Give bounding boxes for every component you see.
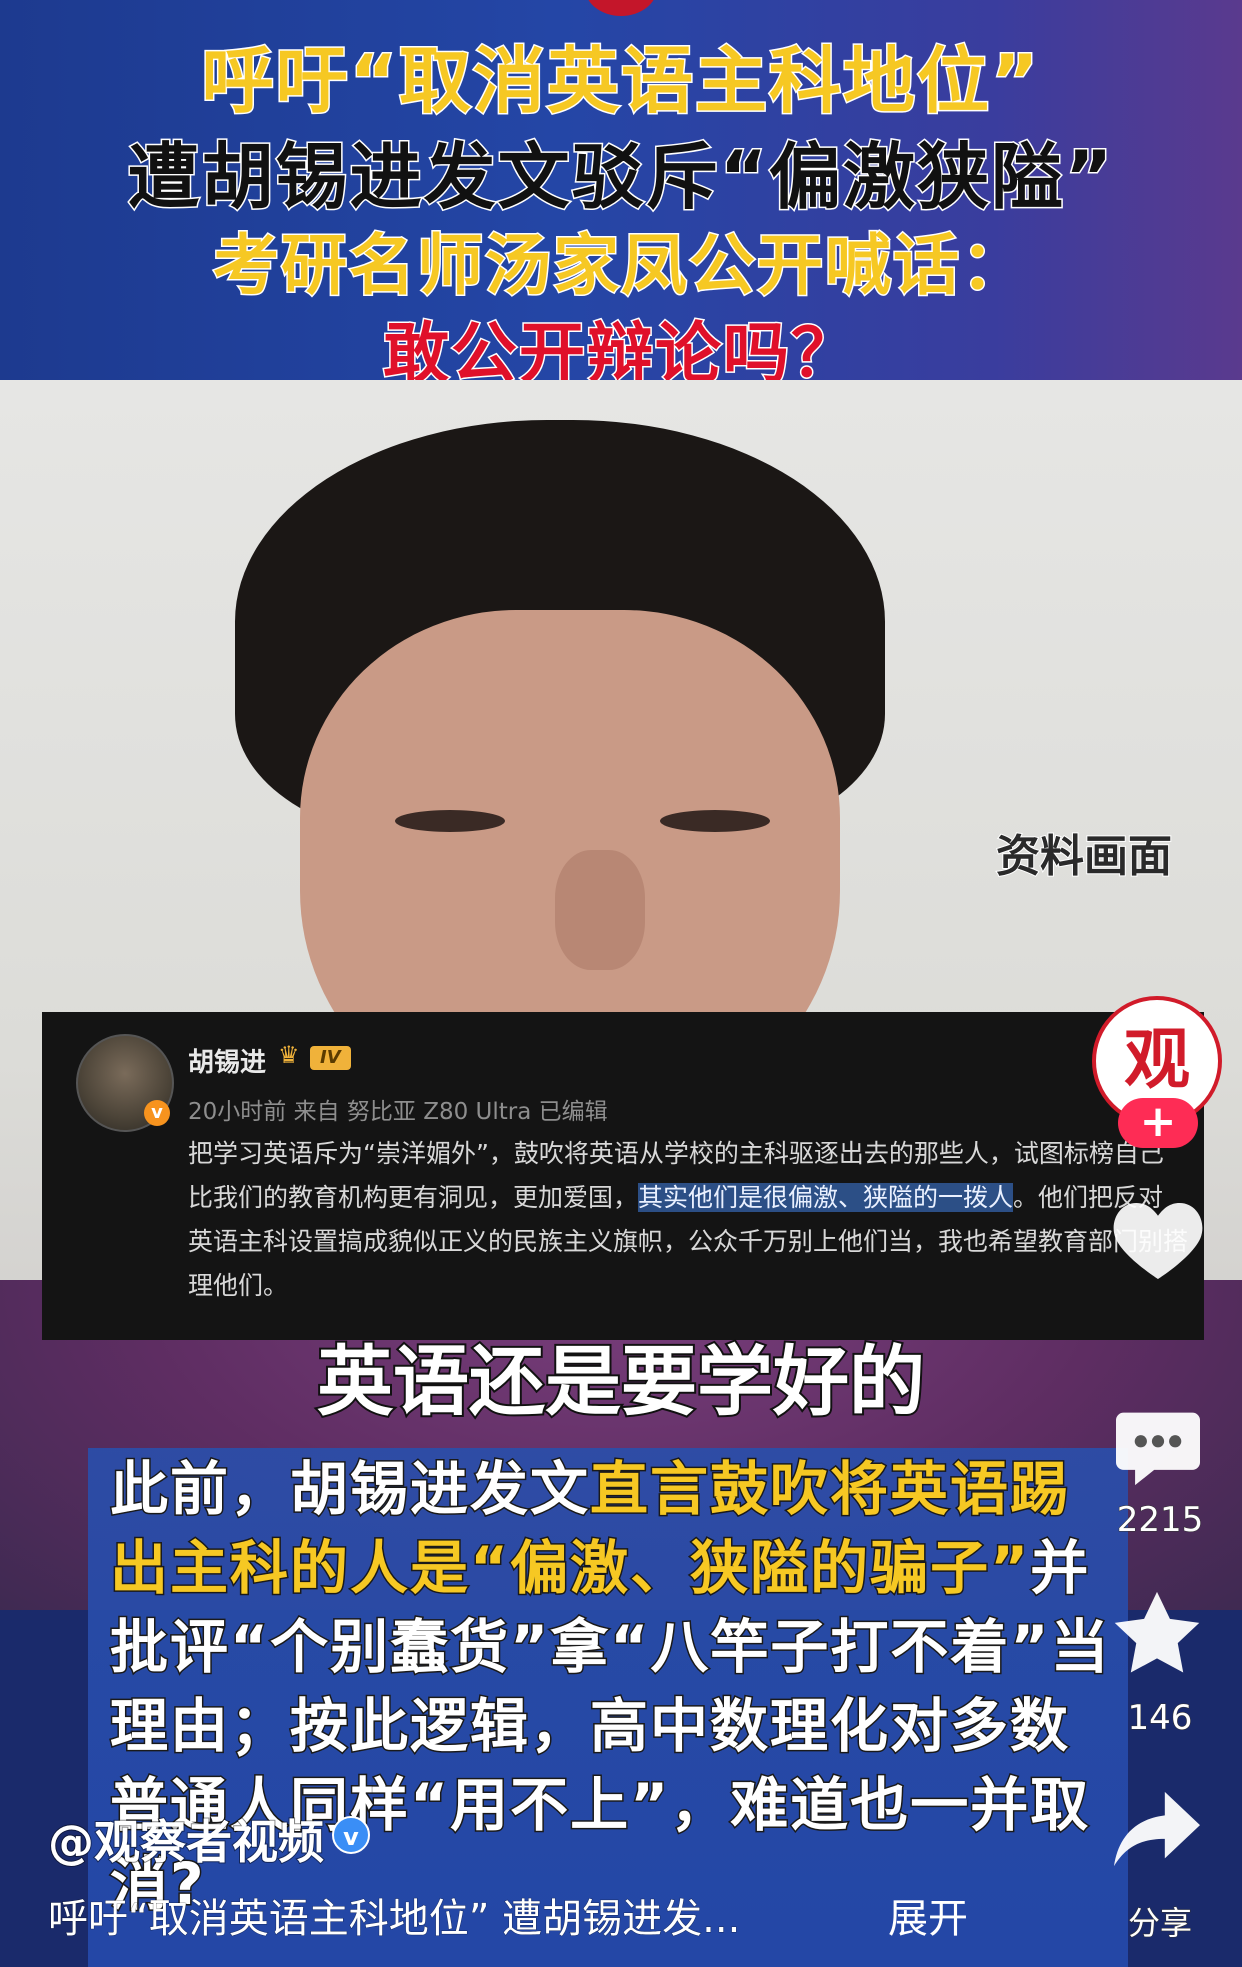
video-subtitle: 英语还是要学好的 (315, 1335, 927, 1428)
account-name[interactable]: @观察者视频 (47, 1806, 325, 1872)
expand-link[interactable]: 展开 (888, 1886, 968, 1944)
title-banner: 呼吁“取消英语主科地位” 遭胡锡进发文驳斥“偏激狭隘” 考研名师汤家凤公开喊话：… (0, 0, 1242, 394)
comment-count: 2215 (1116, 1500, 1204, 1541)
person-eye-left (395, 810, 505, 832)
weibo-author: 胡锡进 (188, 1048, 267, 1078)
summary-part-1: 此前，胡锡进发文 (108, 1454, 591, 1525)
weibo-post-screenshot: v 胡锡进 ♛ IV 20小时前 来自 努比亚 Z80 Ultra 已编辑 把学… (42, 1012, 1204, 1340)
person-nose (555, 850, 645, 970)
archive-footage-label: 资料画面 (995, 830, 1173, 883)
post-caption[interactable]: 呼吁“取消英语主科地位” 遭胡锡进发... (47, 1886, 740, 1944)
weibo-level-badge: IV (310, 1046, 351, 1070)
favorite-star-icon[interactable] (1110, 1588, 1204, 1678)
person-eye-right (660, 810, 770, 832)
favorite-count: 146 (1127, 1698, 1193, 1739)
like-heart-icon[interactable] (1110, 1195, 1206, 1283)
banner-line-3: 考研名师汤家凤公开喊话： (212, 226, 1029, 306)
weibo-verified-icon: v (144, 1100, 170, 1126)
comment-icon[interactable] (1112, 1405, 1204, 1489)
top-logo-fragment (585, 0, 657, 16)
weibo-post-text: 把学习英语斥为“崇洋媚外”，鼓吹将英语从学校的主科驱逐出去的那些人，试图标榜自己… (188, 1132, 1188, 1308)
video-screen[interactable]: 呼吁“取消英语主科地位” 遭胡锡进发文驳斥“偏激狭隘” 考研名师汤家凤公开喊话：… (0, 0, 1242, 1967)
follow-button[interactable]: + (1118, 1098, 1198, 1148)
banner-line-1: 呼吁“取消英语主科地位” (200, 38, 1041, 125)
verified-badge-icon: v (332, 1816, 370, 1854)
crown-icon: ♛ (278, 1041, 300, 1069)
share-arrow-icon[interactable] (1110, 1788, 1204, 1874)
weibo-meta: 20小时前 来自 努比亚 Z80 Ultra 已编辑 (188, 1099, 608, 1125)
weibo-text-highlight: 其实他们是很偏激、狭隘的一拨人 (638, 1183, 1014, 1212)
share-label: 分享 (1127, 1904, 1192, 1943)
banner-line-2: 遭胡锡进发文驳斥“偏激狭隘” (126, 134, 1115, 221)
